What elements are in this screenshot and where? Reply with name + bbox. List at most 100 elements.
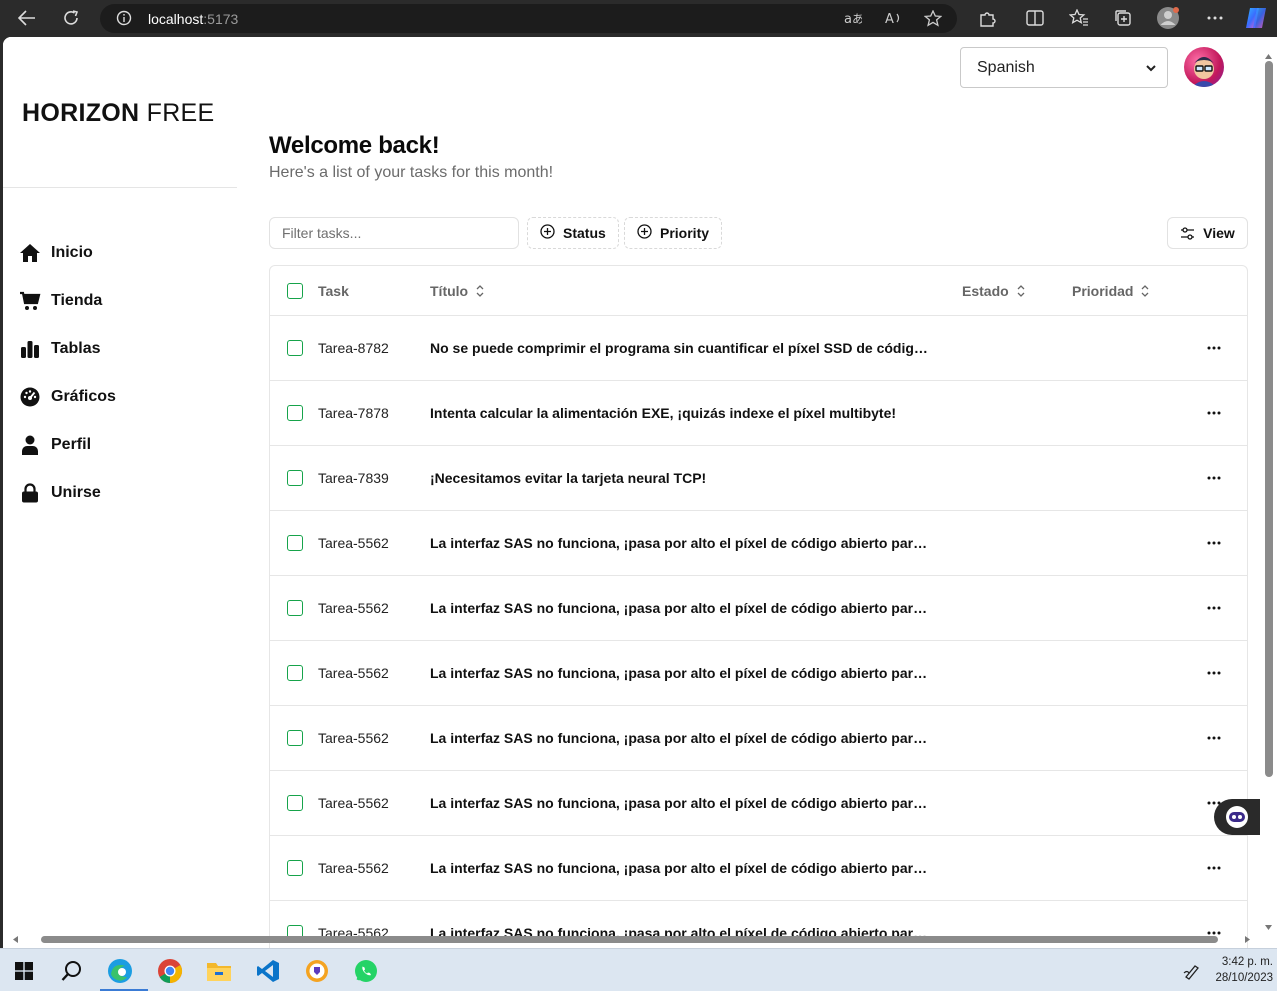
gauge-icon (19, 386, 41, 408)
site-info-icon[interactable] (116, 10, 132, 31)
table-row: Tarea-8782 No se puede comprimir el prog… (270, 316, 1247, 381)
column-header-priority[interactable]: Prioridad (1072, 283, 1149, 299)
vscode-icon[interactable] (248, 955, 288, 987)
file-explorer-icon[interactable] (199, 955, 239, 987)
url-text: localhost:5173 (148, 11, 238, 27)
extensions-icon[interactable] (974, 6, 1000, 30)
sidebar-item-tablas[interactable]: Tablas (19, 325, 219, 373)
sort-icon (1142, 285, 1149, 297)
task-title: La interfaz SAS no funciona, ¡pasa por a… (430, 535, 934, 551)
row-checkbox[interactable] (287, 665, 303, 681)
task-id: Tarea-8782 (318, 340, 389, 356)
search-icon[interactable] (52, 955, 92, 987)
sidebar-item-inicio[interactable]: Inicio (19, 229, 219, 277)
split-screen-icon[interactable] (1022, 6, 1048, 30)
row-checkbox[interactable] (287, 860, 303, 876)
plus-circle-icon (540, 224, 555, 242)
filter-tasks-input[interactable] (269, 217, 519, 249)
read-aloud-icon[interactable]: A (885, 10, 903, 31)
sidebar-item-label: Gráficos (51, 388, 116, 405)
browser-toolbar: localhost:5173 aあ A (0, 0, 1277, 37)
sidebar-item-label: Tablas (51, 340, 101, 357)
more-options-icon[interactable] (1202, 6, 1228, 30)
row-checkbox[interactable] (287, 600, 303, 616)
horizontal-scroll-thumb[interactable] (41, 936, 1218, 943)
sliders-icon (1181, 226, 1195, 240)
view-options-button[interactable]: View (1167, 217, 1248, 249)
translate-icon[interactable]: aあ (844, 10, 864, 31)
favorite-star-icon[interactable] (923, 9, 943, 32)
brand-logo: HORIZON FREE (22, 99, 215, 128)
taskbar-clock[interactable]: 3:42 p. m. 28/10/2023 (1215, 954, 1273, 986)
scroll-down-icon[interactable] (1264, 924, 1273, 932)
task-title: ¡Necesitamos evitar la tarjeta neural TC… (430, 470, 707, 486)
sort-icon (1017, 285, 1025, 297)
row-checkbox[interactable] (287, 470, 303, 486)
row-actions-icon[interactable] (1200, 858, 1228, 878)
row-checkbox[interactable] (287, 535, 303, 551)
sidebar-item-graficos[interactable]: Gráficos (19, 373, 219, 421)
sidebar-item-tienda[interactable]: Tienda (19, 277, 219, 325)
row-actions-icon[interactable] (1200, 598, 1228, 618)
svg-text:a: a (844, 12, 852, 26)
language-select[interactable]: Spanish (960, 47, 1168, 88)
chatbot-button[interactable] (1214, 799, 1260, 835)
back-arrow-icon[interactable] (14, 6, 40, 30)
plus-circle-icon (637, 224, 652, 242)
task-title: La interfaz SAS no funciona, ¡pasa por a… (430, 600, 934, 616)
copilot-icon[interactable] (1243, 6, 1269, 30)
task-title: Intenta calcular la alimentación EXE, ¡q… (430, 405, 897, 421)
profile-icon[interactable] (1155, 6, 1181, 30)
table-header-row: Task Título Estado Prioridad (270, 266, 1247, 316)
row-actions-icon[interactable] (1200, 468, 1228, 488)
sidebar-divider (3, 187, 237, 188)
vertical-scroll-thumb[interactable] (1265, 61, 1273, 777)
pen-menu-icon[interactable] (1172, 955, 1212, 987)
row-checkbox[interactable] (287, 405, 303, 421)
avatar[interactable] (1184, 47, 1224, 87)
sidebar-item-perfil[interactable]: Perfil (19, 421, 219, 469)
task-id: Tarea-5562 (318, 665, 389, 681)
task-id: Tarea-5562 (318, 860, 389, 876)
column-header-title[interactable]: Título (430, 283, 484, 299)
chrome-icon[interactable] (150, 955, 190, 987)
scroll-up-icon[interactable] (1264, 52, 1273, 60)
row-checkbox[interactable] (287, 795, 303, 811)
task-id: Tarea-5562 (318, 535, 389, 551)
column-header-status[interactable]: Estado (962, 283, 1025, 299)
status-filter-button[interactable]: Status (527, 217, 619, 249)
scroll-left-icon[interactable] (11, 935, 19, 944)
sidebar-item-label: Inicio (51, 244, 93, 261)
whatsapp-icon[interactable] (346, 955, 386, 987)
row-actions-icon[interactable] (1200, 728, 1228, 748)
edge-browser-icon[interactable] (100, 955, 148, 991)
tasks-table: Task Título Estado Prioridad Tarea-8782 … (269, 265, 1248, 948)
sidebar-item-unirse[interactable]: Unirse (19, 469, 219, 517)
row-actions-icon[interactable] (1200, 338, 1228, 358)
row-actions-icon[interactable] (1200, 403, 1228, 423)
row-checkbox[interactable] (287, 340, 303, 356)
table-row: Tarea-7839 ¡Necesitamos evitar la tarjet… (270, 446, 1247, 511)
scroll-right-icon[interactable] (1244, 935, 1252, 944)
windows-start-icon[interactable] (4, 955, 44, 987)
select-all-checkbox[interactable] (287, 283, 303, 299)
favorites-icon[interactable] (1066, 6, 1092, 30)
task-id: Tarea-7839 (318, 470, 389, 486)
row-checkbox[interactable] (287, 730, 303, 746)
column-header-label: Estado (962, 283, 1009, 299)
reload-icon[interactable] (58, 6, 84, 30)
row-actions-icon[interactable] (1200, 533, 1228, 553)
vpn-shield-icon[interactable] (297, 955, 337, 987)
table-row: Tarea-7878 Intenta calcular la alimentac… (270, 381, 1247, 446)
priority-filter-button[interactable]: Priority (624, 217, 723, 249)
page-title: Welcome back! (269, 132, 440, 159)
collections-icon[interactable] (1110, 6, 1136, 30)
status-filter-label: Status (563, 225, 606, 241)
task-title: No se puede comprimir el programa sin cu… (430, 340, 934, 356)
sidebar-item-label: Tienda (51, 292, 103, 309)
row-actions-icon[interactable] (1200, 663, 1228, 683)
column-header-label: Prioridad (1072, 283, 1134, 299)
column-header-label: Título (430, 283, 469, 299)
language-select-value: Spanish (977, 58, 1035, 76)
address-bar[interactable]: localhost:5173 aあ A (100, 4, 957, 33)
